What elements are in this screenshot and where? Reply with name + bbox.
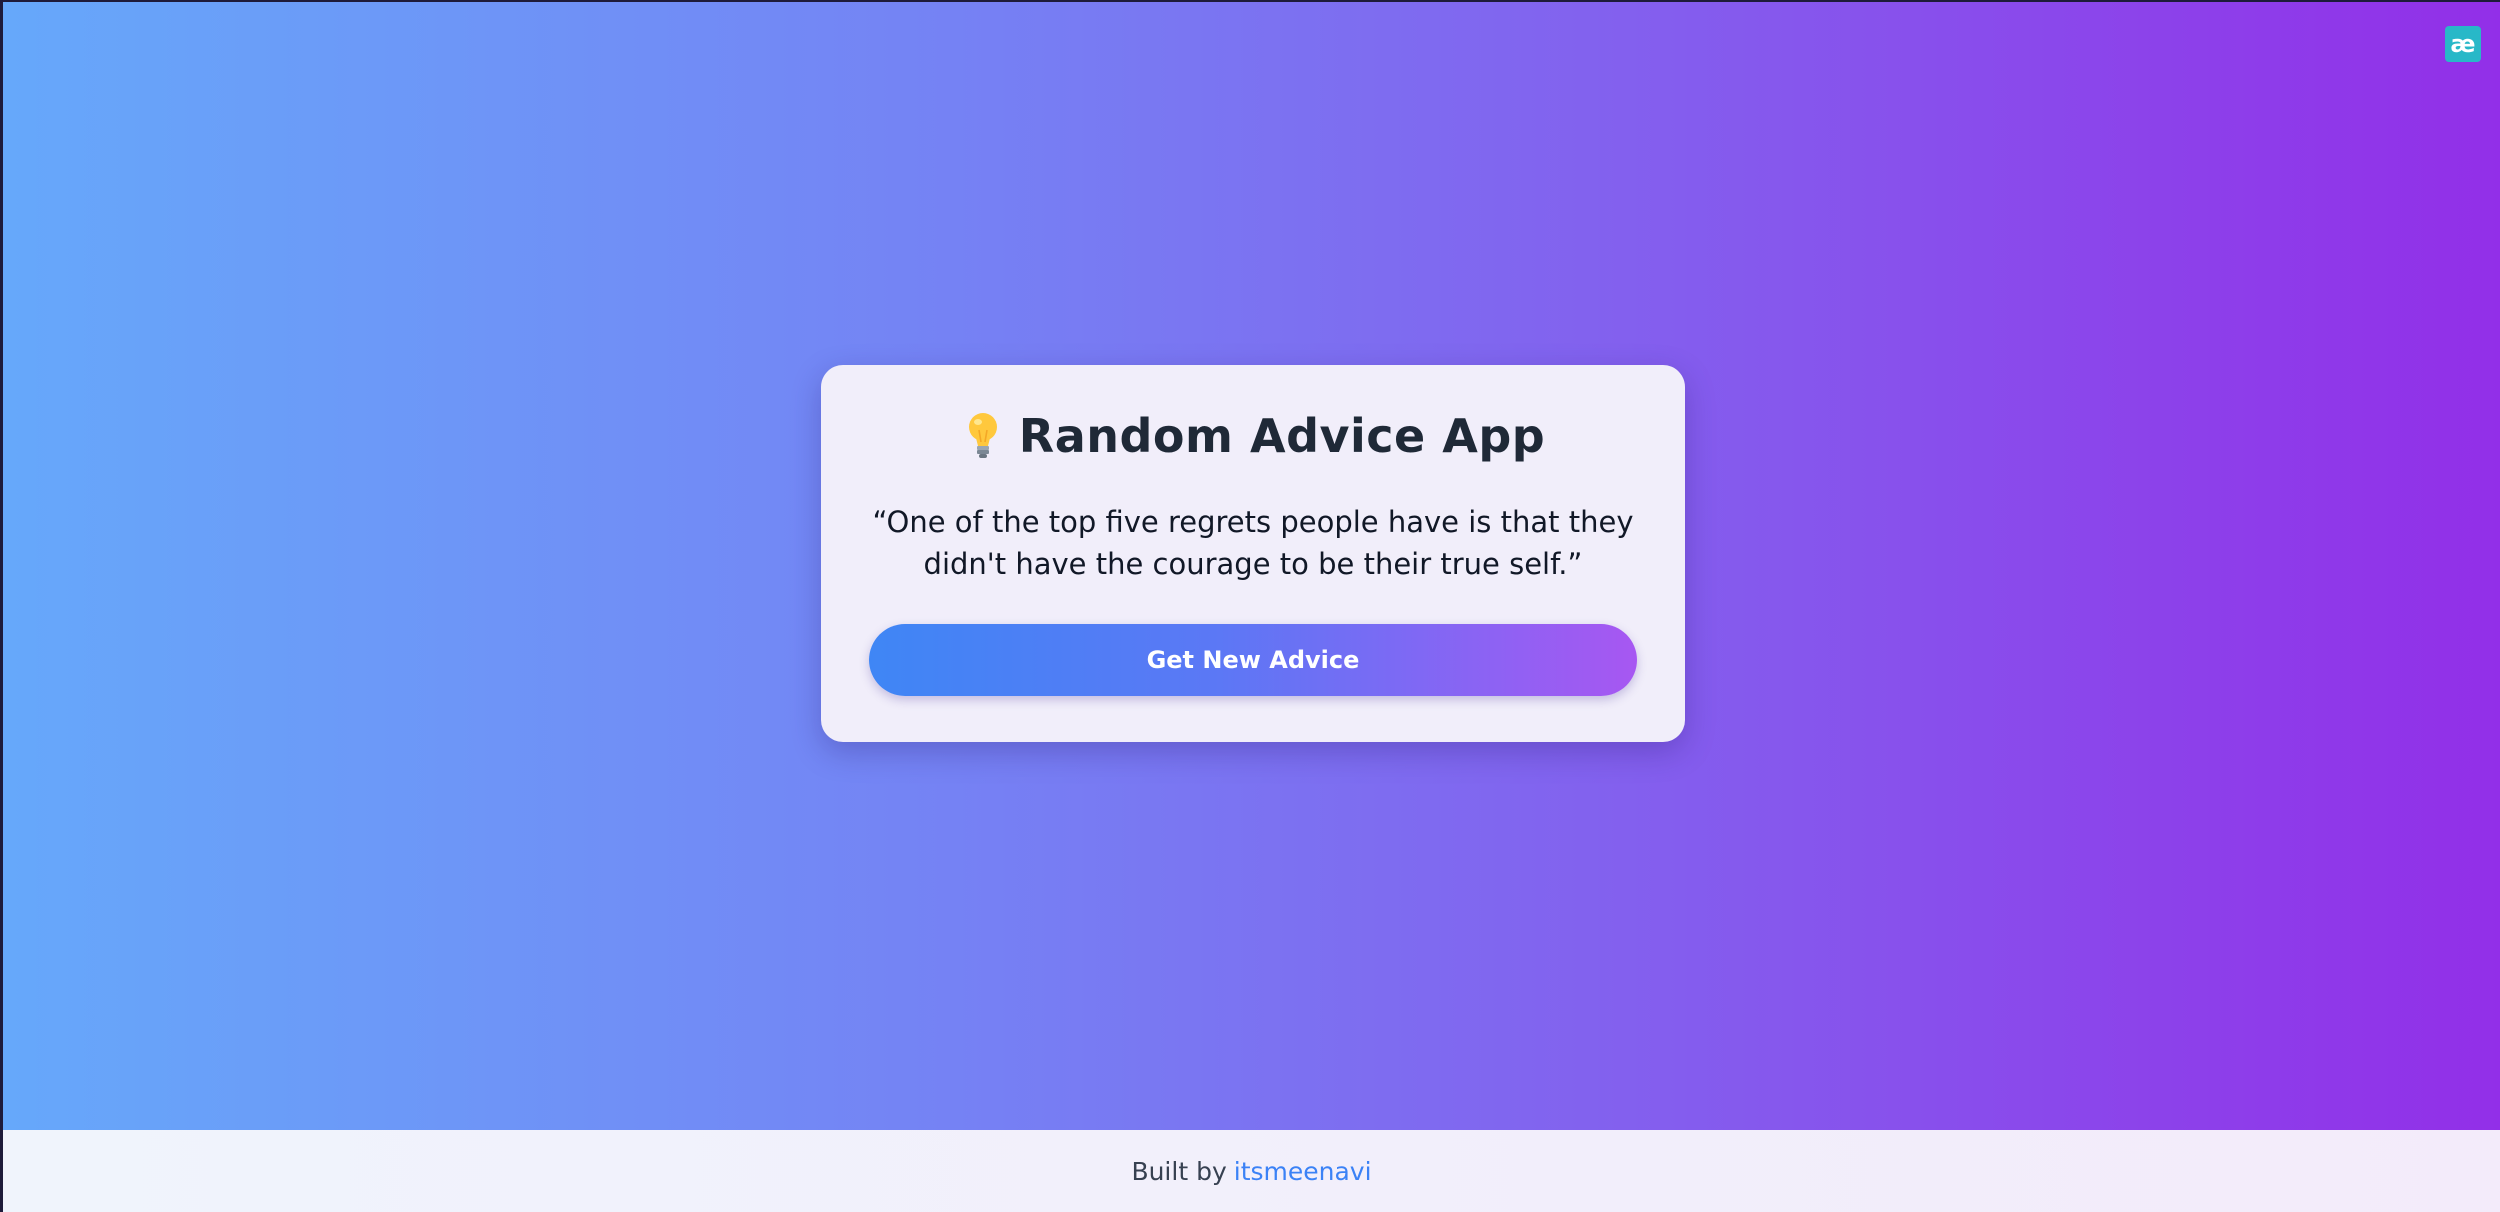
footer: Built by itsmeenavi — [3, 1130, 2500, 1212]
get-new-advice-button[interactable]: Get New Advice — [869, 624, 1637, 696]
footer-prefix: Built by — [1131, 1156, 1227, 1186]
title-row: Random Advice App — [821, 409, 1685, 463]
lightbulb-icon — [968, 413, 997, 458]
app-title: Random Advice App — [1018, 409, 1546, 463]
main-background: æ Random Advice App “One of the top five… — [3, 2, 2500, 1130]
advice-card: Random Advice App “One of the top five r… — [821, 365, 1685, 742]
browser-viewport: æ Random Advice App “One of the top five… — [3, 2, 2500, 1212]
ae-extension-icon[interactable]: æ — [2445, 26, 2481, 62]
author-link[interactable]: itsmeenavi — [1234, 1157, 1372, 1186]
advice-quote: “One of the top five regrets people have… — [872, 505, 1634, 581]
